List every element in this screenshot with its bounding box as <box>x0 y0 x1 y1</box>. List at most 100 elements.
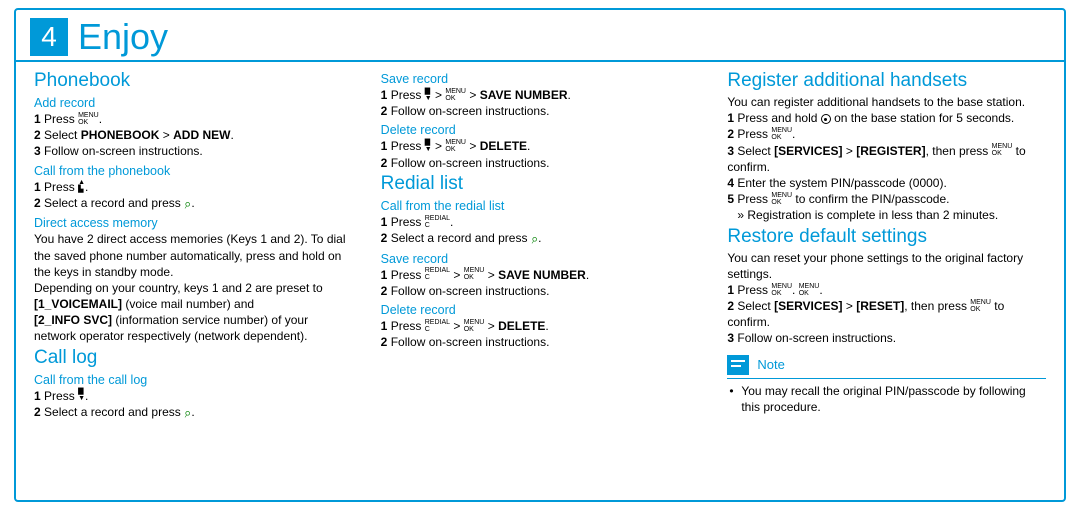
menu-path: [RESET] <box>856 299 904 313</box>
register-steps: 1 Press and hold on the base station for… <box>727 110 1046 223</box>
step-num: 3 <box>727 144 734 158</box>
section-title: Enjoy <box>78 16 168 58</box>
step-text: Follow on-screen instructions. <box>391 104 550 118</box>
menu-path: SAVE NUMBER <box>498 268 586 282</box>
note-header: Note <box>727 355 1046 379</box>
step-text: Select a record and press <box>44 405 181 419</box>
step-num: 2 <box>381 335 388 349</box>
step-num: 3 <box>34 144 41 158</box>
down-icon: ▇▼ <box>425 139 432 153</box>
step-text: Press <box>391 319 422 333</box>
subhead-save-record: Save record <box>381 72 700 86</box>
section-header: 4 Enjoy <box>16 10 1064 62</box>
step-num: 2 <box>727 299 734 313</box>
step-text: to confirm the PIN/passcode. <box>795 192 949 206</box>
column-2: Save record 1 Press ▇▼ > MENUOK > SAVE N… <box>381 68 700 421</box>
calllog-steps: 1 Press ▇▼. 2 Select a record and press … <box>34 388 353 422</box>
step-num: 4 <box>727 176 734 190</box>
sep: > <box>469 88 476 102</box>
step-text: Select <box>44 128 77 142</box>
step-num: 2 <box>381 284 388 298</box>
delete-record-steps-2: 1 Press REDIALC > MENUOK > DELETE. 2 Fol… <box>381 318 700 350</box>
menu-path: [SERVICES] <box>774 144 842 158</box>
paragraph: Depending on your country, keys 1 and 2 … <box>34 281 323 295</box>
step-num: 2 <box>381 156 388 170</box>
add-record-steps: 1 Press MENUOK. 2 Select PHONEBOOK > ADD… <box>34 111 353 160</box>
step-text: Press <box>391 88 422 102</box>
step-num: 1 <box>381 268 388 282</box>
step-text: Select <box>737 144 770 158</box>
subhead-call-from-log: Call from the call log <box>34 373 353 387</box>
heading-restore: Restore default settings <box>727 226 1046 248</box>
menu-path: DELETE <box>480 139 527 153</box>
down-icon: ▇▼ <box>78 388 85 402</box>
subhead-add-record: Add record <box>34 96 353 110</box>
subhead-save-record-2: Save record <box>381 252 700 266</box>
menu-ok-icon: MENUOK <box>464 319 485 333</box>
delete-record-steps: 1 Press ▇▼ > MENUOK > DELETE. 2 Follow o… <box>381 138 700 170</box>
step-text: Enter the system PIN/passcode (0000). <box>737 176 946 190</box>
redial-c-icon: REDIALC <box>425 215 450 229</box>
subhead-call-phonebook: Call from the phonebook <box>34 164 353 178</box>
note-label: Note <box>757 357 784 372</box>
step-num: 2 <box>34 128 41 142</box>
column-3: Register additional handsets You can reg… <box>727 68 1046 421</box>
sep: > <box>163 128 170 142</box>
restore-intro: You can reset your phone settings to the… <box>727 250 1046 282</box>
menu-ok-icon: MENUOK <box>771 283 792 297</box>
menu-path: SAVE NUMBER <box>480 88 568 102</box>
paragraph: (voice mail number) and <box>122 297 254 311</box>
preset-key: [1_VOICEMAIL] <box>34 297 122 311</box>
step-text: Follow on-screen instructions. <box>737 331 896 345</box>
menu-ok-icon: MENUOK <box>445 139 466 153</box>
register-intro: You can register additional handsets to … <box>727 94 1046 110</box>
call-icon: ⌕ <box>183 194 193 213</box>
step-text: Press <box>391 215 422 229</box>
heading-register: Register additional handsets <box>727 70 1046 92</box>
step-num: 1 <box>381 215 388 229</box>
step-num: 1 <box>34 180 41 194</box>
step-text: , then press <box>926 144 989 158</box>
paragraph: You have 2 direct access memories (Keys … <box>34 232 346 278</box>
step-text: Follow on-screen instructions. <box>44 144 203 158</box>
step-num: 2 <box>381 104 388 118</box>
sep: > <box>846 144 853 158</box>
step-text: Follow on-screen instructions. <box>391 284 550 298</box>
call-phonebook-steps: 1 Press ▲▙. 2 Select a record and press … <box>34 179 353 213</box>
menu-ok-icon: MENUOK <box>771 127 792 141</box>
step-num: 1 <box>34 389 41 403</box>
sep: > <box>435 139 442 153</box>
paging-button-icon <box>821 114 831 124</box>
heading-phonebook: Phonebook <box>34 70 353 92</box>
redial-c-icon: REDIALC <box>425 319 450 333</box>
sep: > <box>488 319 495 333</box>
step-text: Press <box>737 127 768 141</box>
heading-calllog: Call log <box>34 347 353 369</box>
menu-path: DELETE <box>498 319 545 333</box>
step-text: Press <box>391 268 422 282</box>
step-num: 1 <box>34 112 41 126</box>
step-num: 2 <box>727 127 734 141</box>
step-text: Press <box>44 112 75 126</box>
step-num: 1 <box>381 139 388 153</box>
step-num: 2 <box>34 405 41 419</box>
menu-ok-icon: MENUOK <box>799 283 820 297</box>
step-text: , then press <box>904 299 967 313</box>
menu-ok-icon: MENUOK <box>970 299 991 313</box>
save-record-steps: 1 Press ▇▼ > MENUOK > SAVE NUMBER. 2 Fol… <box>381 87 700 119</box>
phonebook-icon: ▲▙ <box>78 179 85 193</box>
redial-steps: 1 Press REDIALC. 2 Select a record and p… <box>381 214 700 248</box>
step-text: Press <box>391 139 422 153</box>
note-icon <box>727 355 749 375</box>
sep: > <box>453 319 460 333</box>
menu-path: [REGISTER] <box>856 144 925 158</box>
step-text: on the base station for 5 seconds. <box>834 111 1014 125</box>
step-text: Follow on-screen instructions. <box>391 335 550 349</box>
step-num: 1 <box>381 319 388 333</box>
menu-ok-icon: MENUOK <box>464 267 485 281</box>
step-text: Follow on-screen instructions. <box>391 156 550 170</box>
sep: > <box>488 268 495 282</box>
step-num: 1 <box>381 88 388 102</box>
menu-ok-icon: MENUOK <box>771 192 792 206</box>
menu-ok-icon: MENUOK <box>445 88 466 102</box>
